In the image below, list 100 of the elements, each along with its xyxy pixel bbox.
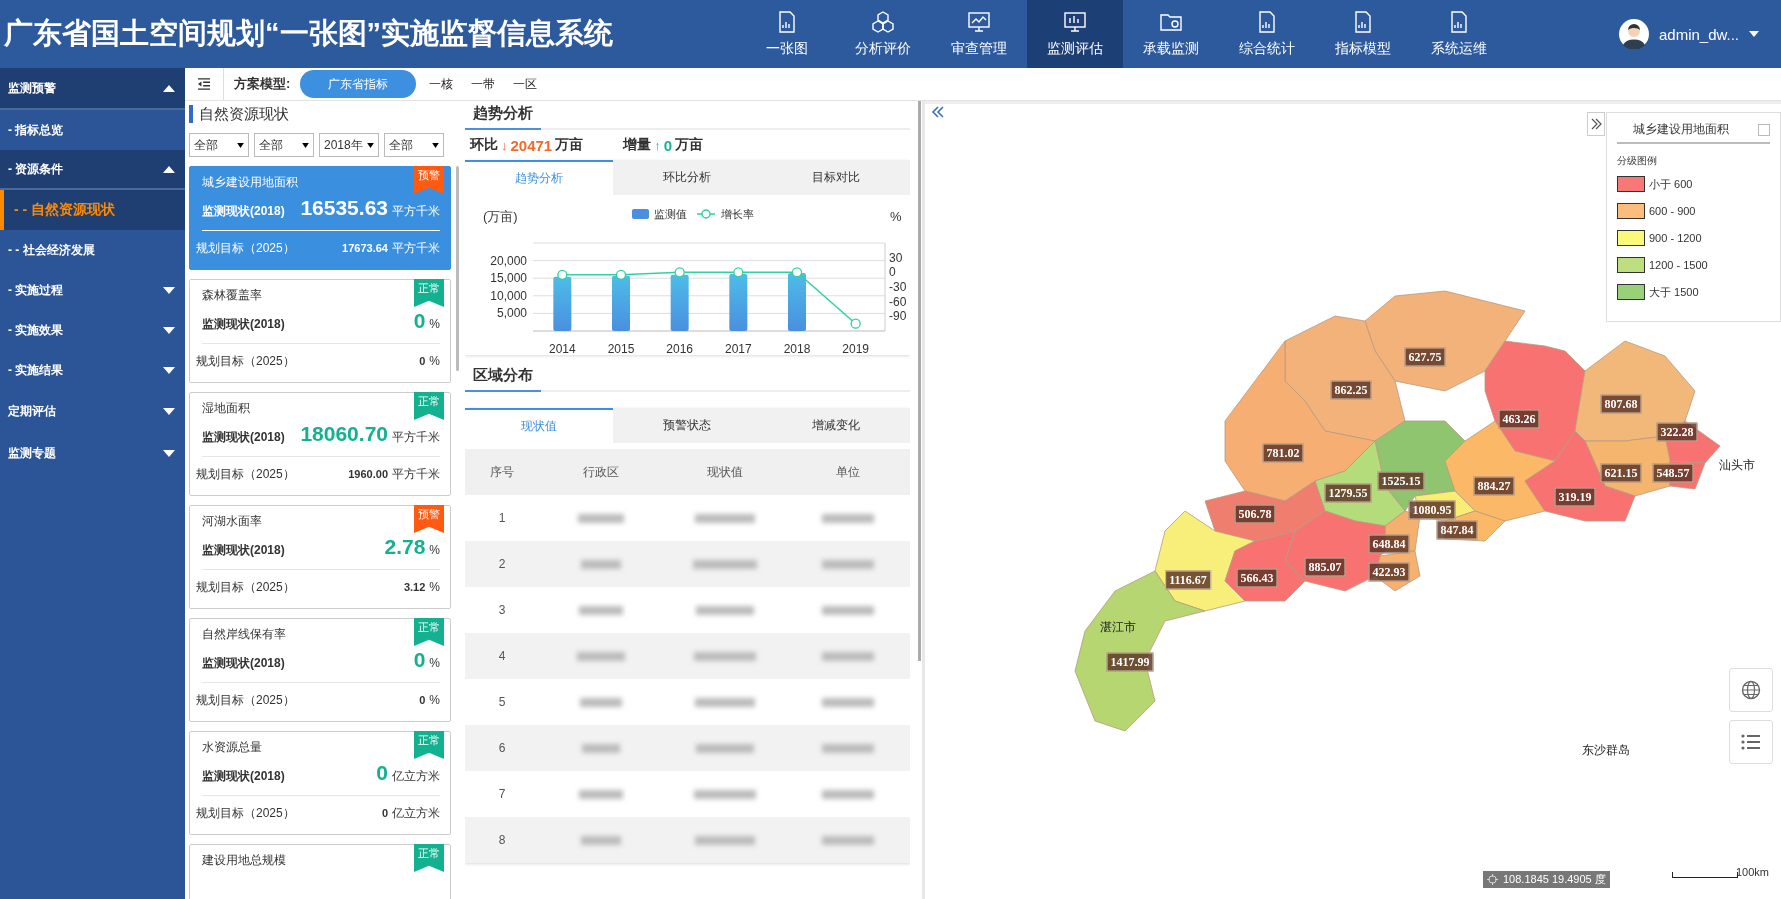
scrollbar[interactable]: [456, 166, 459, 371]
chart-point: [557, 269, 568, 280]
row-number: 8: [497, 833, 507, 847]
unit-label: 平方千米: [392, 429, 440, 446]
indicator-card[interactable]: 水资源总量 正常 监测现状(2018) 0 亿立方米 规划目标（2025） 0 亿立方米: [189, 731, 451, 835]
nav-tab[interactable]: 指标模型: [1315, 0, 1411, 68]
sidebar-item[interactable]: 监测专题: [0, 432, 185, 474]
legend-label: 监测值: [654, 208, 687, 220]
unit-label: 平方千米: [392, 466, 440, 483]
blurred-text: [581, 744, 620, 754]
indicator-card[interactable]: 河湖水面率 预警 监测现状(2018) 2.78 % 规划目标（2025） 3.12 %: [189, 505, 451, 609]
axis-tick: 20,000: [490, 253, 527, 268]
crosshair-icon: [1487, 874, 1498, 885]
chart-tab[interactable]: 趋势分析: [465, 160, 614, 195]
region-value-label: 422.93: [1368, 562, 1410, 582]
status-ribbon: 预警: [414, 166, 444, 194]
target-label: 规划目标（2025）: [196, 466, 295, 483]
current-label: 监测现状(2018): [202, 316, 285, 333]
axis-unit: %: [890, 209, 902, 224]
layer-checkbox[interactable]: [1758, 123, 1770, 136]
globe-button[interactable]: [1729, 668, 1773, 712]
blurred-text: [693, 652, 756, 662]
outdent-icon[interactable]: [197, 78, 211, 90]
filter-dropdown[interactable]: 全部: [254, 133, 314, 157]
section-title: 自然资源现状: [189, 105, 465, 123]
double-chevron-left-icon[interactable]: [931, 106, 945, 118]
row-number: 4: [497, 649, 507, 663]
current-value: 0: [413, 309, 426, 333]
sidebar-item[interactable]: - - 社会经济发展: [0, 230, 185, 270]
scale-bar: [1671, 872, 1738, 878]
scheme-label: 方案模型:: [223, 68, 291, 100]
indicator-title: 城乡建设用地面积: [202, 174, 298, 190]
unit-label: %: [429, 354, 440, 368]
blurred-text: [579, 698, 622, 708]
target-label: 规划目标（2025）: [196, 692, 295, 709]
chart-point: [615, 269, 627, 280]
table-tab[interactable]: 现状值: [465, 408, 614, 443]
blurred-text: [692, 560, 757, 570]
caret-icon: [163, 286, 175, 294]
scheme-tab[interactable]: 一区: [504, 70, 547, 98]
user-name[interactable]: admin_dw...: [1658, 25, 1739, 43]
indicator-card[interactable]: 湿地面积 正常 监测现状(2018) 18060.70 平方千米 规划目标（2025） 1960.00 平方千米: [189, 392, 451, 496]
indicator-card[interactable]: 自然岸线保有率 正常 监测现状(2018) 0 % 规划目标（2025） 0 %: [189, 618, 451, 722]
scrollbar[interactable]: [918, 101, 921, 661]
legend-toggle-button[interactable]: [1587, 112, 1605, 136]
stat-unit: 万亩: [555, 136, 584, 154]
column-header: 序号: [489, 463, 516, 481]
caret-icon[interactable]: [1749, 31, 1759, 37]
nav-tab[interactable]: 审查管理: [931, 0, 1027, 68]
current-value: 0: [376, 761, 388, 785]
nav-tab[interactable]: 一张图: [739, 0, 835, 68]
axis-tick: 2016: [666, 342, 693, 355]
nav-tab[interactable]: 分析评价: [835, 0, 931, 68]
filter-dropdown[interactable]: 全部: [384, 133, 444, 157]
scale-label: 100km: [1735, 866, 1769, 878]
trend-arrow: ↓: [501, 137, 508, 153]
chart-bar: [612, 275, 630, 331]
avatar-icon[interactable]: [1618, 19, 1649, 49]
filter-dropdown[interactable]: 全部: [189, 133, 249, 157]
sidebar-item[interactable]: - - 自然资源现状: [0, 190, 185, 230]
row-number: 7: [497, 787, 507, 801]
nav-tab[interactable]: 系统运维: [1411, 0, 1507, 68]
column-header: 行政区: [581, 463, 620, 481]
blurred-text: [822, 652, 875, 662]
section-title: 趋势分析: [465, 101, 541, 130]
axis-tick: 2017: [725, 342, 752, 355]
caret-icon: [367, 142, 374, 148]
region-value-label: 1417.99: [1106, 652, 1154, 672]
region-value-label: 627.75: [1404, 347, 1446, 367]
current-value: 16535.63: [300, 196, 388, 220]
list-button[interactable]: [1729, 720, 1773, 764]
unit-label: 平方千米: [392, 240, 440, 257]
sidebar-item[interactable]: - 资源条件: [0, 150, 185, 190]
unit-label: 亿立方米: [392, 805, 440, 822]
indicator-title: 河湖水面率: [202, 513, 262, 529]
region-value-label: 322.28: [1656, 422, 1698, 442]
scheme-tab[interactable]: 一带: [462, 70, 505, 98]
sidebar-item[interactable]: 定期评估: [0, 390, 185, 432]
nav-tab[interactable]: 承载监测: [1123, 0, 1219, 68]
unit-label: %: [429, 656, 440, 670]
blurred-text: [578, 606, 623, 616]
target-label: 规划目标（2025）: [196, 240, 295, 257]
filter-dropdown[interactable]: 2018年: [319, 133, 379, 157]
nav-tab[interactable]: 综合统计: [1219, 0, 1315, 68]
indicator-card[interactable]: 建设用地总规模 正常: [189, 844, 451, 899]
chart-bar: [670, 274, 689, 331]
indicator-card[interactable]: 森林覆盖率 正常 监测现状(2018) 0 % 规划目标（2025） 0 %: [189, 279, 451, 383]
chart-point: [791, 267, 803, 278]
stat-value: 20471: [510, 136, 553, 154]
caret-icon: [163, 407, 175, 415]
blurred-text: [695, 606, 754, 616]
sidebar-item[interactable]: 监测预警: [0, 68, 185, 110]
current-label: 监测现状(2018): [202, 429, 285, 446]
current-value: 0: [413, 648, 426, 672]
current-label: 监测现状(2018): [202, 542, 285, 559]
scheme-tab[interactable]: 一核: [420, 70, 463, 98]
axis-tick: -60: [889, 294, 907, 309]
caret-icon: [237, 142, 244, 148]
section-title: 区域分布: [465, 363, 541, 392]
nav-tab[interactable]: 监测评估: [1027, 0, 1123, 68]
